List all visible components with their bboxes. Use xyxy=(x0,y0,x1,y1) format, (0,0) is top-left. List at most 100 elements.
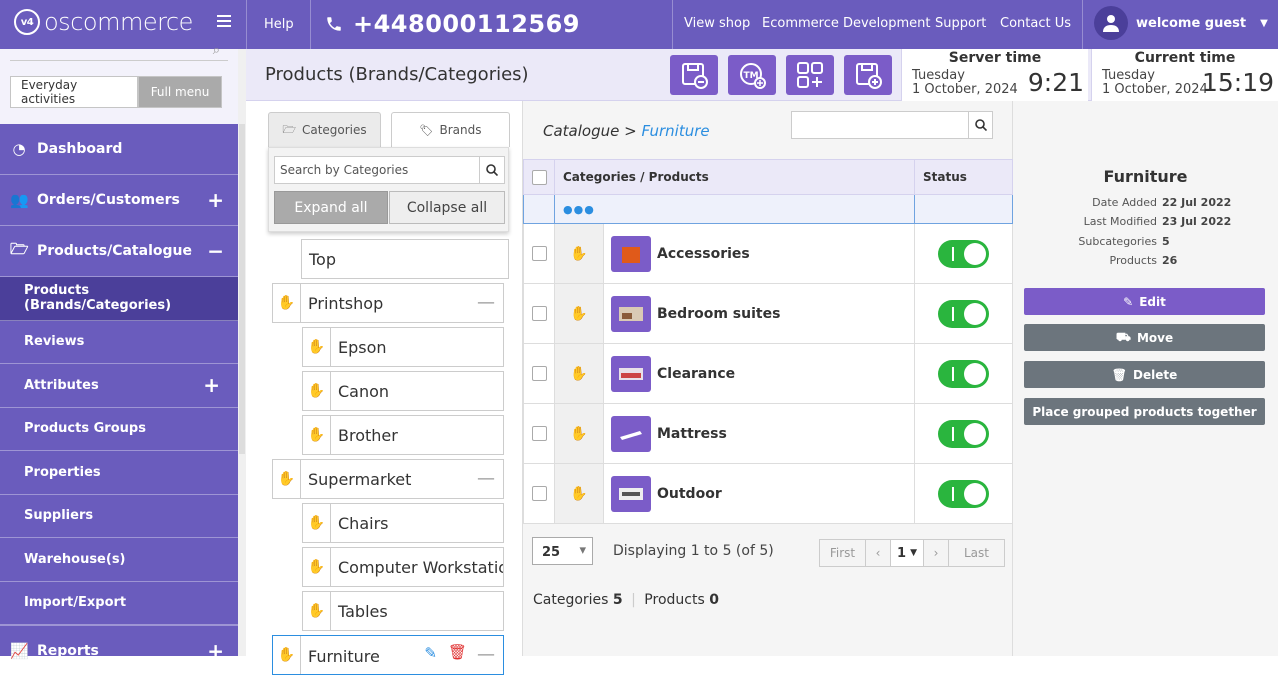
drag-handle-icon[interactable]: ✋ xyxy=(303,592,331,630)
collapse-all-button[interactable]: Collapse all xyxy=(389,191,505,224)
row-checkbox[interactable] xyxy=(531,426,547,441)
contact-us-link[interactable]: Contact Us xyxy=(1000,16,1071,31)
row-checkbox[interactable] xyxy=(531,366,547,381)
category-name[interactable]: Bedroom suites xyxy=(657,306,780,322)
status-toggle[interactable] xyxy=(938,299,989,328)
tree-node-printshop[interactable]: ✋ Printshop — xyxy=(272,283,504,323)
tree-node-canon[interactable]: ✋ Canon xyxy=(302,371,504,411)
drag-handle-icon[interactable]: ✋ xyxy=(273,284,301,322)
table-row[interactable]: ✋ Mattress xyxy=(523,403,1013,464)
category-name[interactable]: Clearance xyxy=(657,366,735,382)
drag-handle-icon[interactable]: ✋ xyxy=(554,463,604,524)
tree-node-top[interactable]: Top xyxy=(301,239,509,279)
support-link[interactable]: Support xyxy=(935,16,986,31)
sidebar-item-reports[interactable]: 📈 Reports + xyxy=(0,625,238,676)
drag-handle-icon[interactable]: ✋ xyxy=(303,328,331,366)
save-remove-button[interactable] xyxy=(670,55,718,95)
add-category-button[interactable] xyxy=(786,55,834,95)
status-toggle[interactable] xyxy=(938,359,989,388)
collapse-icon[interactable]: − xyxy=(207,239,224,263)
collapse-icon[interactable]: — xyxy=(477,468,495,489)
search-icon[interactable] xyxy=(479,157,504,183)
status-toggle[interactable] xyxy=(938,479,989,508)
move-button[interactable]: ⛟ Move xyxy=(1024,324,1265,351)
ecommerce-development-link[interactable]: Ecommerce Development xyxy=(762,16,931,31)
sidebar-item-dashboard[interactable]: ◔ Dashboard xyxy=(0,124,238,175)
drag-handle-icon[interactable]: ✋ xyxy=(554,283,604,344)
row-checkbox[interactable] xyxy=(531,306,547,321)
trash-icon[interactable]: 🗑 xyxy=(448,643,467,661)
tree-node-brother[interactable]: ✋ Brother xyxy=(302,415,504,455)
search-icon[interactable] xyxy=(968,112,992,138)
sidebar-item-suppliers[interactable]: Suppliers xyxy=(0,494,238,538)
category-name[interactable]: Accessories xyxy=(657,246,750,262)
tree-node-epson[interactable]: ✋ Epson xyxy=(302,327,504,367)
drag-handle-icon[interactable]: ✋ xyxy=(554,403,604,464)
phone-number[interactable]: +448000112569 xyxy=(325,10,580,38)
collapse-icon[interactable]: — xyxy=(477,292,495,313)
scrollbar-thumb[interactable] xyxy=(239,124,245,454)
table-row[interactable]: ✋ Clearance xyxy=(523,343,1013,404)
category-search-input[interactable]: Search by Categories xyxy=(274,156,505,184)
listing-search-input[interactable] xyxy=(791,111,993,139)
user-menu[interactable]: welcome guest ▼ xyxy=(1094,6,1268,40)
help-link[interactable]: Help xyxy=(264,17,294,32)
drag-handle-icon[interactable]: ✋ xyxy=(303,548,331,586)
add-product-button[interactable] xyxy=(844,55,892,95)
tree-node-tables[interactable]: ✋ Tables xyxy=(302,591,504,631)
column-header-status[interactable]: Status xyxy=(914,159,1013,195)
expand-icon[interactable]: + xyxy=(207,188,224,212)
place-grouped-products-button[interactable]: Place grouped products together xyxy=(1024,398,1265,425)
tree-node-chairs[interactable]: ✋ Chairs xyxy=(302,503,504,543)
tree-node-furniture[interactable]: ✋ Furniture ✎ 🗑 — xyxy=(272,635,504,675)
tree-node-computer-workstation[interactable]: ✋ Computer Workstatio xyxy=(302,547,504,587)
drag-handle-icon[interactable]: ✋ xyxy=(303,416,331,454)
tab-brands[interactable]: 🏷 Brands xyxy=(391,112,510,147)
page-select[interactable]: 1 ▼ xyxy=(891,540,924,566)
column-header-name[interactable]: Categories / Products xyxy=(554,159,915,195)
select-all-checkbox[interactable] xyxy=(531,169,547,185)
per-page-select[interactable]: 25 xyxy=(532,537,593,565)
row-checkbox[interactable] xyxy=(531,246,547,261)
hamburger-menu-icon[interactable] xyxy=(217,15,231,27)
sidebar-search-input[interactable] xyxy=(10,51,228,61)
brand-logo[interactable]: v4 oscommerce xyxy=(14,8,193,36)
expand-icon[interactable]: + xyxy=(203,373,220,397)
sidebar-item-warehouses[interactable]: Warehouse(s) xyxy=(0,538,238,582)
sidebar-item-products-catalogue[interactable]: 🗁 Products/Catalogue − xyxy=(0,226,238,277)
drag-handle-icon[interactable]: ✋ xyxy=(303,372,331,410)
expand-all-button[interactable]: Expand all xyxy=(274,191,388,224)
edit-pencil-icon[interactable]: ✎ xyxy=(424,644,437,662)
drag-handle-icon[interactable]: ✋ xyxy=(273,636,301,674)
sidebar-item-properties[interactable]: Properties xyxy=(0,451,238,495)
category-name[interactable]: Mattress xyxy=(657,426,727,442)
drag-handle-icon[interactable]: ✋ xyxy=(554,343,604,404)
add-brand-button[interactable]: TM xyxy=(728,55,776,95)
view-shop-link[interactable]: View shop xyxy=(684,16,750,31)
chevron-left-icon[interactable]: ‹ xyxy=(866,540,891,566)
breadcrumb-root[interactable]: Catalogue xyxy=(543,122,619,140)
drag-handle-icon[interactable]: ✋ xyxy=(273,460,301,498)
sidebar-item-import-export[interactable]: Import/Export xyxy=(0,581,238,625)
tab-categories[interactable]: 🗁 Categories xyxy=(268,112,381,147)
full-menu-tab[interactable]: Full menu xyxy=(138,76,222,108)
sidebar-item-attributes[interactable]: Attributes + xyxy=(0,364,238,408)
sidebar-item-products-brands-categories[interactable]: Products (Brands/Categories) xyxy=(0,277,238,321)
table-row[interactable]: ✋ Bedroom suites xyxy=(523,283,1013,344)
drag-handle-icon[interactable]: ✋ xyxy=(303,504,331,542)
status-toggle[interactable] xyxy=(938,239,989,268)
sidebar-scrollbar[interactable] xyxy=(238,49,246,656)
category-name[interactable]: Outdoor xyxy=(657,486,722,502)
tree-node-supermarket[interactable]: ✋ Supermarket — xyxy=(272,459,504,499)
table-row[interactable]: ✋ Accessories xyxy=(523,223,1013,284)
last-page-button[interactable]: Last xyxy=(949,540,1004,566)
sidebar-item-reviews[interactable]: Reviews xyxy=(0,320,238,364)
delete-button[interactable]: 🗑 Delete xyxy=(1024,361,1265,388)
expand-icon[interactable]: + xyxy=(207,639,224,663)
edit-button[interactable]: ✎ Edit xyxy=(1024,288,1265,315)
chevron-right-icon[interactable]: › xyxy=(924,540,949,566)
first-page-button[interactable]: First xyxy=(820,540,866,566)
row-checkbox[interactable] xyxy=(531,486,547,501)
table-row[interactable]: ✋ Outdoor xyxy=(523,463,1013,524)
drag-handle-icon[interactable]: ✋ xyxy=(554,223,604,284)
